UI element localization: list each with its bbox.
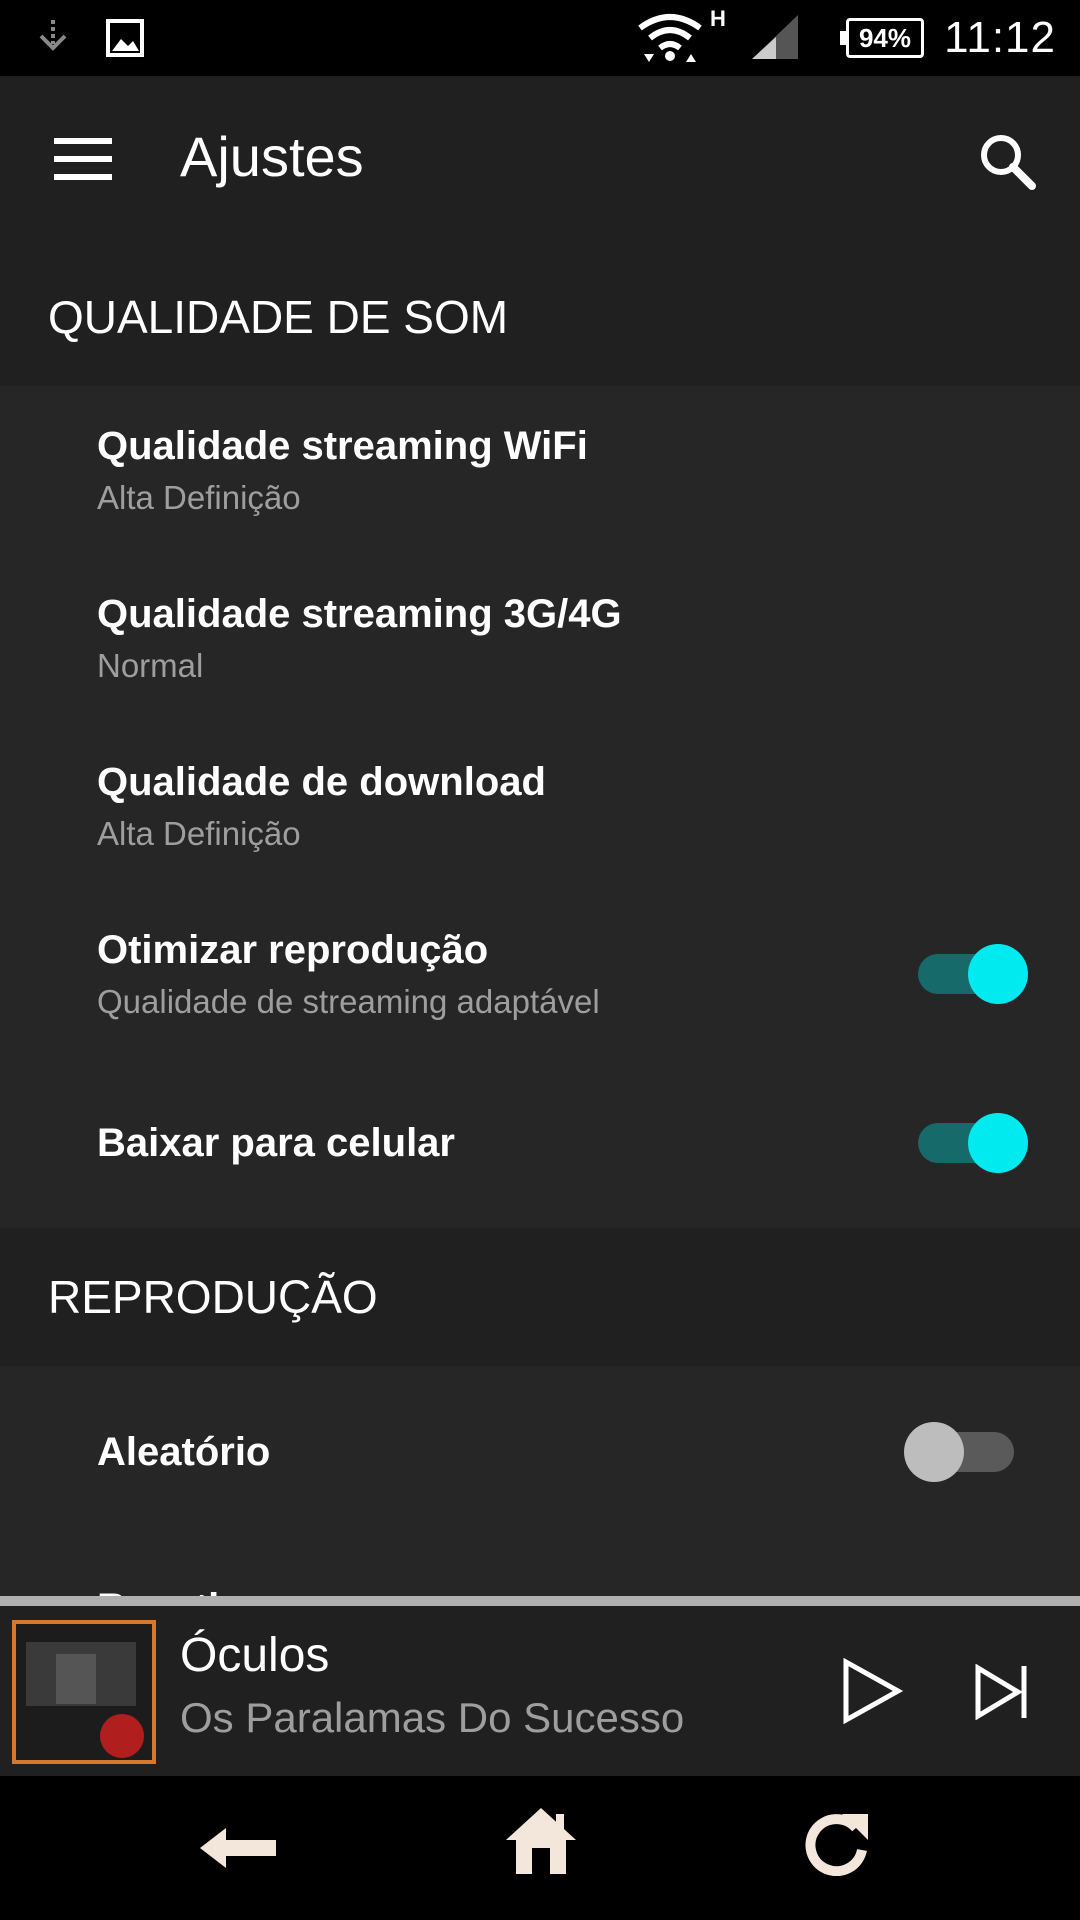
recents-icon[interactable] bbox=[804, 1810, 870, 1881]
search-icon[interactable] bbox=[978, 132, 1038, 192]
clock: 11:12 bbox=[944, 13, 1056, 62]
settings-list: QUALIDADE DE SOM Qualidade streaming WiF… bbox=[0, 248, 1080, 1598]
setting-shuffle[interactable]: Aleatório bbox=[0, 1366, 1080, 1538]
section-header-sound-quality: QUALIDADE DE SOM bbox=[0, 248, 1080, 386]
album-art[interactable] bbox=[12, 1620, 156, 1764]
image-icon bbox=[106, 0, 144, 76]
mini-player[interactable]: Óculos Os Paralamas Do Sucesso bbox=[0, 1606, 1080, 1776]
setting-title: Qualidade de download bbox=[97, 759, 546, 804]
play-icon[interactable] bbox=[840, 1657, 904, 1725]
setting-title: Qualidade streaming 3G/4G bbox=[97, 591, 622, 636]
setting-download-quality[interactable]: Qualidade de download Alta Definição bbox=[0, 722, 1080, 890]
track-title: Óculos bbox=[180, 1629, 330, 1682]
skip-next-icon[interactable] bbox=[974, 1663, 1030, 1721]
shuffle-toggle[interactable] bbox=[904, 1422, 1020, 1482]
album-art-image bbox=[16, 1624, 152, 1760]
setting-repeat[interactable]: Repetir bbox=[0, 1538, 1080, 1598]
navigation-bar bbox=[0, 1776, 1080, 1920]
signal-icon bbox=[752, 0, 800, 76]
setting-value: Alta Definição bbox=[97, 478, 301, 516]
back-icon[interactable] bbox=[200, 1826, 280, 1875]
app-bar: Ajustes bbox=[0, 76, 1080, 248]
optimize-playback-toggle[interactable] bbox=[910, 944, 1028, 1004]
setting-value: Alta Definição bbox=[97, 814, 301, 852]
battery-icon: 94% bbox=[840, 18, 924, 58]
setting-wifi-quality[interactable]: Qualidade streaming WiFi Alta Definição bbox=[0, 386, 1080, 554]
track-artist: Os Paralamas Do Sucesso bbox=[180, 1694, 685, 1741]
playback-progress-bar[interactable] bbox=[0, 1596, 1080, 1606]
setting-optimize-playback[interactable]: Otimizar reprodução Qualidade de streami… bbox=[0, 890, 1080, 1058]
page-title: Ajustes bbox=[180, 125, 364, 188]
download-icon bbox=[36, 0, 70, 76]
setting-title: Qualidade streaming WiFi bbox=[97, 423, 588, 468]
battery-level: 94% bbox=[858, 23, 912, 53]
menu-icon[interactable] bbox=[54, 138, 112, 180]
download-to-phone-toggle[interactable] bbox=[910, 1113, 1028, 1173]
setting-download-to-phone[interactable]: Baixar para celular bbox=[0, 1058, 1080, 1228]
network-type: H bbox=[710, 6, 726, 31]
setting-mobile-quality[interactable]: Qualidade streaming 3G/4G Normal bbox=[0, 554, 1080, 722]
status-bar: H 94% 11:12 bbox=[0, 0, 1080, 76]
home-icon[interactable] bbox=[504, 1806, 578, 1881]
wifi-icon bbox=[638, 0, 702, 76]
setting-value: Normal bbox=[97, 646, 204, 684]
section-header-playback: REPRODUÇÃO bbox=[0, 1228, 1080, 1366]
